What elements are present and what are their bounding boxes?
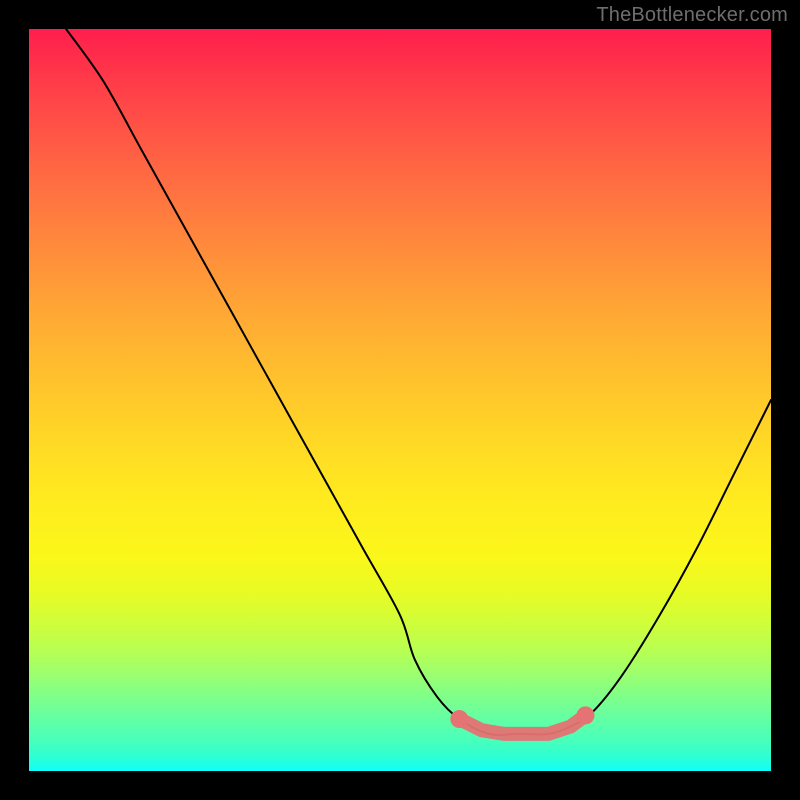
attribution-text: TheBottlenecker.com	[596, 4, 788, 27]
chart-canvas: TheBottlenecker.com	[0, 0, 800, 800]
plot-area	[29, 29, 771, 771]
marker-layer	[29, 29, 771, 771]
valley-marker-endpoint	[450, 710, 468, 728]
valley-marker-stroke	[459, 715, 585, 734]
valley-marker-endpoint	[577, 706, 595, 724]
